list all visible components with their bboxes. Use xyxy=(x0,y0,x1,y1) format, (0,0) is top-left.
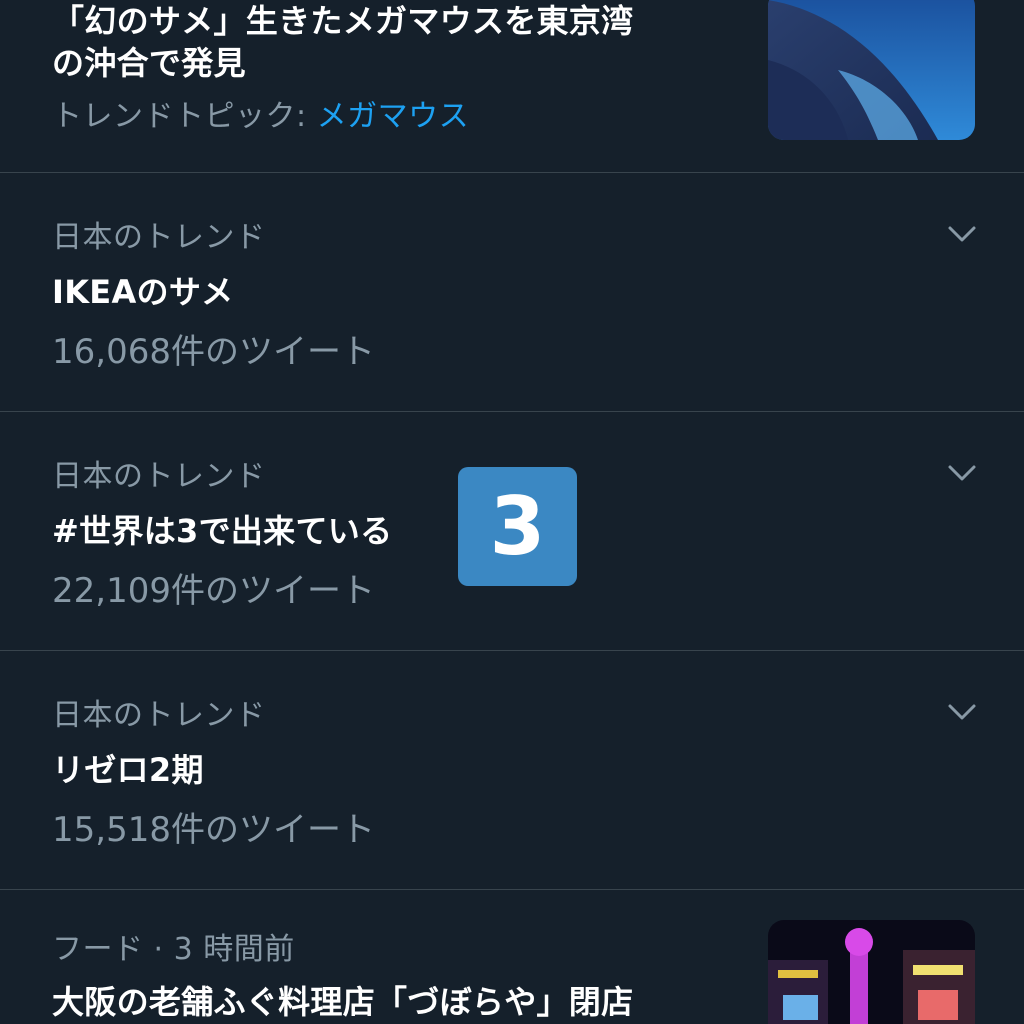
trend-title: リゼロ2期 xyxy=(52,751,204,789)
trend-category: 日本のトレンド xyxy=(52,459,266,494)
trends-screen: 「幻のサメ」生きたメガマウスを東京湾 の沖合で発見 トレンドトピック: メガマウ… xyxy=(0,0,1024,1024)
tweet-count: 15,518件のツイート xyxy=(52,810,375,850)
chevron-down-icon[interactable] xyxy=(946,221,978,245)
trend-topic: トレンドトピック: メガマウス xyxy=(52,91,469,135)
osaka-thumbnail[interactable] xyxy=(768,920,975,1024)
chevron-down-icon[interactable] xyxy=(946,460,978,484)
trend-category: 日本のトレンド xyxy=(52,220,266,255)
trend-item-rezero[interactable]: 日本のトレンド リゼロ2期 15,518件のツイート xyxy=(0,651,1024,890)
tweet-count: 22,109件のツイート xyxy=(52,571,375,611)
trend-title: 大阪の老舗ふぐ料理店「づぼらや」閉店 xyxy=(52,983,634,1021)
trend-item-megamouth[interactable]: 「幻のサメ」生きたメガマウスを東京湾 の沖合で発見 トレンドトピック: メガマウ… xyxy=(0,0,1024,173)
trend-title: IKEAのサメ xyxy=(52,273,234,311)
trend-title-line2: の沖合で発見 xyxy=(52,44,246,82)
tweet-count: 16,068件のツイート xyxy=(52,332,375,372)
keycap-3-emoji: 3 xyxy=(458,467,577,586)
chevron-down-icon[interactable] xyxy=(946,699,978,723)
topic-prefix: トレンドトピック: xyxy=(52,99,317,134)
topic-link[interactable]: メガマウス xyxy=(317,99,470,134)
trend-category: 日本のトレンド xyxy=(52,698,266,733)
trend-title-line1: 「幻のサメ」生きたメガマウスを東京湾 xyxy=(52,2,634,40)
trend-item-ikea[interactable]: 日本のトレンド IKEAのサメ 16,068件のツイート xyxy=(0,173,1024,412)
trend-item-zuboraya[interactable]: フード · 3 時間前 大阪の老舗ふぐ料理店「づぼらや」閉店 xyxy=(0,890,1024,1024)
trend-title: #世界は3で出来ている xyxy=(52,512,393,550)
trend-category: フード · 3 時間前 xyxy=(52,932,295,967)
shark-thumbnail[interactable] xyxy=(768,0,975,140)
